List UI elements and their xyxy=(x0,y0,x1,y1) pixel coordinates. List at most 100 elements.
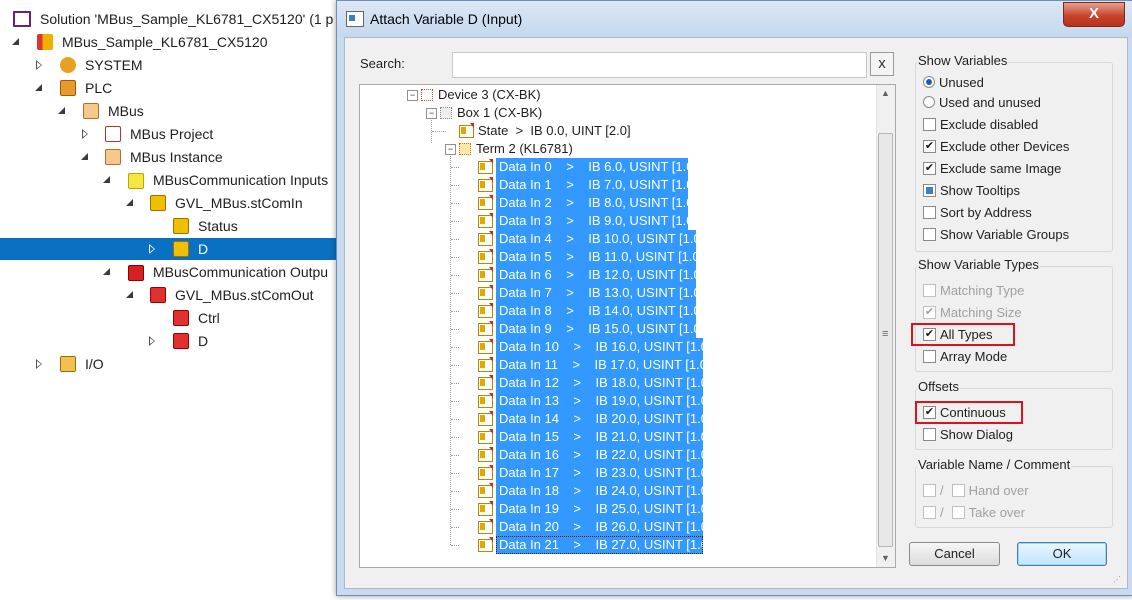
tree-connector xyxy=(451,473,459,474)
tree-connector xyxy=(451,365,459,366)
scroll-up-arrow-icon[interactable]: ▲ xyxy=(877,85,894,102)
tree-item-plc[interactable]: PLC xyxy=(0,77,345,99)
data-in-row[interactable]: Data In 17 > IB 23.0, USINT [1.0] xyxy=(360,464,875,482)
checkbox-unchecked-icon xyxy=(923,117,936,131)
data-in-row[interactable]: Data In 3 > IB 9.0, USINT [1.0] xyxy=(360,212,875,230)
data-in-row[interactable]: Data In 16 > IB 22.0, USINT [1.0] xyxy=(360,446,875,464)
data-in-row[interactable]: Data In 9 > IB 15.0, USINT [1.0] xyxy=(360,320,875,338)
data-in-row[interactable]: Data In 10 > IB 16.0, USINT [1.0] xyxy=(360,338,875,356)
data-in-row[interactable]: Data In 1 > IB 7.0, USINT [1.0] xyxy=(360,176,875,194)
data-in-row[interactable]: Data In 13 > IB 19.0, USINT [1.0] xyxy=(360,392,875,410)
data-in-row[interactable]: Data In 6 > IB 12.0, USINT [1.0] xyxy=(360,266,875,284)
dialog-title-bar[interactable]: Attach Variable D (Input) X xyxy=(337,1,1132,37)
checkbox-show-dialog[interactable]: Show Dialog xyxy=(923,425,1013,443)
data-in-row[interactable]: Data In 14 > IB 20.0, USINT [1.0] xyxy=(360,410,875,428)
tree-item-io[interactable]: I/O xyxy=(0,353,345,375)
checkbox-indeterminate-icon xyxy=(923,183,936,197)
ok-button[interactable]: OK xyxy=(1017,542,1107,566)
variable-output-icon xyxy=(150,287,166,303)
data-in-row[interactable]: Data In 7 > IB 13.0, USINT [1.0] xyxy=(360,284,875,302)
dialog-client-area: Search: x − Device 3 (CX-BK) − Box 1 (CX… xyxy=(344,37,1128,589)
data-in-row[interactable]: Data In 12 > IB 18.0, USINT [1.0] xyxy=(360,374,875,392)
data-in-label: Data In 19 > IB 25.0, USINT [1.0] xyxy=(496,500,712,518)
vertical-scrollbar[interactable]: ▲ ≡ ▼ xyxy=(876,85,895,567)
tree-item-ctrl[interactable]: Ctrl xyxy=(0,307,345,329)
expanded-arrow-icon[interactable] xyxy=(81,153,88,160)
tree-item-stcomout[interactable]: GVL_MBus.stComOut xyxy=(0,284,345,306)
expanded-arrow-icon[interactable] xyxy=(35,84,42,91)
expanded-arrow-icon[interactable] xyxy=(126,291,133,298)
radio-used-and-unused[interactable]: Used and unused xyxy=(923,93,1041,111)
data-in-row[interactable]: Data In 0 > IB 6.0, USINT [1.0] xyxy=(360,158,875,176)
expanded-arrow-icon[interactable] xyxy=(126,199,133,206)
expanded-arrow-icon[interactable] xyxy=(12,38,19,45)
data-in-row[interactable]: Data In 18 > IB 24.0, USINT [1.0] xyxy=(360,482,875,500)
collapsed-arrow-icon[interactable] xyxy=(149,336,155,346)
expanded-arrow-icon[interactable] xyxy=(103,268,110,275)
data-in-row[interactable]: Data In 21 > IB 27.0, USINT [1.0] xyxy=(360,536,875,554)
tree-item-system[interactable]: SYSTEM xyxy=(0,54,345,76)
checkbox-array-mode[interactable]: Array Mode xyxy=(923,347,1007,365)
tree-item-mbus[interactable]: MBus xyxy=(0,100,345,122)
expanded-arrow-icon[interactable] xyxy=(58,107,65,114)
data-in-row[interactable]: Data In 20 > IB 26.0, USINT [1.0] xyxy=(360,518,875,536)
data-in-row[interactable]: Data In 2 > IB 8.0, USINT [1.0] xyxy=(360,194,875,212)
variable-input-icon xyxy=(478,393,493,408)
data-in-label: Data In 15 > IB 21.0, USINT [1.0] xyxy=(496,428,712,446)
collapsed-arrow-icon[interactable] xyxy=(149,244,155,254)
close-button[interactable]: X xyxy=(1063,2,1125,27)
tree-connector xyxy=(451,509,459,510)
cancel-button[interactable]: Cancel xyxy=(909,542,1000,566)
tree-node-term[interactable]: − Term 2 (KL6781) xyxy=(360,140,875,158)
checkbox-matching-size[interactable]: ✔ Matching Size xyxy=(923,303,1022,321)
tree-item-mbus-instance[interactable]: MBus Instance xyxy=(0,146,345,168)
radio-unused[interactable]: Unused xyxy=(923,73,984,91)
tree-item-status[interactable]: Status xyxy=(0,215,345,237)
collapsed-arrow-icon[interactable] xyxy=(82,129,88,139)
collapsed-arrow-icon[interactable] xyxy=(36,60,42,70)
scrollbar-thumb[interactable]: ≡ xyxy=(878,133,893,547)
tree-item-mbus-project[interactable]: MBus Project xyxy=(0,123,345,145)
tree-node-state[interactable]: State > IB 0.0, UINT [2.0] xyxy=(360,122,875,140)
checkbox-exclude-disabled[interactable]: Exclude disabled xyxy=(923,115,1038,133)
resize-grip-icon[interactable]: ⋰ xyxy=(1113,575,1123,585)
data-in-row[interactable]: Data In 11 > IB 17.0, USINT [1.0] xyxy=(360,356,875,374)
checkbox-exclude-same-image[interactable]: ✔ Exclude same Image xyxy=(923,159,1061,177)
data-in-row[interactable]: Data In 15 > IB 21.0, USINT [1.0] xyxy=(360,428,875,446)
collapse-toggle-icon[interactable]: − xyxy=(445,144,456,155)
checkbox-hand-over-name[interactable]: / Hand over xyxy=(923,481,1029,499)
tree-node-device[interactable]: − Device 3 (CX-BK) xyxy=(360,86,875,104)
scroll-down-arrow-icon[interactable]: ▼ xyxy=(877,550,894,567)
tree-connector xyxy=(451,437,459,438)
tree-item-d-input[interactable]: D xyxy=(0,238,345,260)
tree-connector xyxy=(451,329,459,330)
tree-item-d-output[interactable]: D xyxy=(0,330,345,352)
checkbox-show-tooltips[interactable]: Show Tooltips xyxy=(923,181,1020,199)
variable-input-icon xyxy=(478,465,493,480)
checkbox-take-over-name[interactable]: / Take over xyxy=(923,503,1025,521)
data-in-label: Data In 20 > IB 26.0, USINT [1.0] xyxy=(496,518,712,536)
search-input[interactable] xyxy=(452,52,867,78)
collapse-toggle-icon[interactable]: − xyxy=(407,90,418,101)
tree-node-box[interactable]: − Box 1 (CX-BK) xyxy=(360,104,875,122)
data-in-row[interactable]: Data In 19 > IB 25.0, USINT [1.0] xyxy=(360,500,875,518)
variable-input-icon xyxy=(478,447,493,462)
tree-item-solution[interactable]: Solution 'MBus_Sample_KL6781_CX5120' (1 … xyxy=(0,8,345,30)
data-in-row[interactable]: Data In 4 > IB 10.0, USINT [1.0] xyxy=(360,230,875,248)
variable-tree[interactable]: − Device 3 (CX-BK) − Box 1 (CX-BK) State… xyxy=(359,84,896,568)
data-in-row[interactable]: Data In 8 > IB 14.0, USINT [1.0] xyxy=(360,302,875,320)
tree-item-inputs[interactable]: MBusCommunication Inputs xyxy=(0,169,345,191)
checkbox-matching-type[interactable]: Matching Type xyxy=(923,281,1024,299)
tree-item-project[interactable]: MBus_Sample_KL6781_CX5120 xyxy=(0,31,345,53)
collapsed-arrow-icon[interactable] xyxy=(36,359,42,369)
checkbox-show-variable-groups[interactable]: Show Variable Groups xyxy=(923,225,1069,243)
expanded-arrow-icon[interactable] xyxy=(103,176,110,183)
checkbox-sort-by-address[interactable]: Sort by Address xyxy=(923,203,1032,221)
data-in-row[interactable]: Data In 5 > IB 11.0, USINT [1.0] xyxy=(360,248,875,266)
collapse-toggle-icon[interactable]: − xyxy=(426,108,437,119)
instance-icon xyxy=(105,149,121,165)
checkbox-exclude-other-devices[interactable]: ✔ Exclude other Devices xyxy=(923,137,1069,155)
search-clear-button[interactable]: x xyxy=(870,52,894,76)
tree-item-outputs[interactable]: MBusCommunication Outpu xyxy=(0,261,345,283)
tree-item-stcomin[interactable]: GVL_MBus.stComIn xyxy=(0,192,345,214)
